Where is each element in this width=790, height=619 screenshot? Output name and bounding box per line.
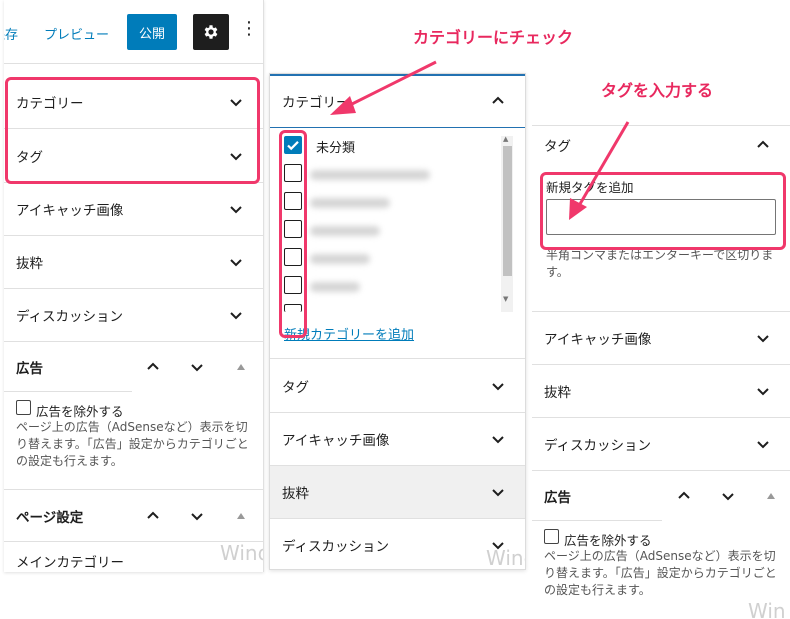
excerpt-panel-toggle[interactable]: 抜粋 [532, 365, 790, 418]
activation-watermark: Wind [486, 546, 525, 570]
chevron-up-icon[interactable] [146, 509, 160, 523]
page-settings-header: ページ設定 [4, 490, 263, 542]
exclude-ad-label: 広告を除外する [564, 533, 652, 548]
discussion-label: ディスカッション [544, 438, 652, 454]
chevron-down-icon [757, 335, 769, 343]
category-name-blurred [310, 226, 380, 236]
chevron-down-icon [492, 436, 504, 444]
ad-header: 広告 [544, 490, 571, 506]
exclude-ad-label: 広告を除外する [36, 404, 124, 419]
editor-toolbar: 保存 プレビュー 公開 ⋮ [4, 0, 263, 64]
chevron-down-icon [492, 489, 504, 497]
chevron-down-icon[interactable] [190, 360, 204, 374]
featured-image-panel-toggle[interactable]: アイキャッチ画像 [270, 413, 525, 466]
annotation-category-check: カテゴリーにチェック [413, 28, 574, 47]
discussion-label: ディスカッション [282, 539, 390, 555]
tag-help-text: 半角コンマまたはエンターキーで区切ります。 [546, 248, 774, 279]
ad-description: ページ上の広告（AdSenseなど）表示を切り替えます。「広告」設定からカテゴリ… [16, 420, 249, 468]
discussion-panel-toggle[interactable]: ディスカッション [4, 289, 263, 342]
focus-indicator [270, 74, 525, 76]
chevron-down-icon [230, 259, 242, 267]
activation-watermark: Wind [220, 541, 263, 565]
chevron-down-icon[interactable] [721, 489, 735, 503]
activation-watermark: Win [748, 599, 786, 619]
featured-image-label: アイキャッチ画像 [16, 203, 124, 219]
uncategorized-label: 未分類 [316, 141, 356, 156]
featured-image-label: アイキャッチ画像 [544, 332, 652, 348]
tag-label: タグ [544, 139, 571, 155]
excerpt-panel-toggle[interactable]: 抜粋 [4, 236, 263, 289]
highlight-checkbox-column [279, 130, 307, 338]
chevron-up-icon [757, 140, 769, 148]
scroll-down-icon[interactable]: ▼ [503, 295, 508, 303]
excerpt-panel-toggle[interactable]: 抜粋 [270, 466, 525, 519]
publish-button[interactable]: 公開 [127, 14, 177, 50]
highlight-tag-input [540, 172, 786, 250]
preview-link[interactable]: プレビュー [44, 24, 109, 43]
more-options-icon[interactable]: ⋮ [240, 20, 258, 38]
page-settings-title: ページ設定 [16, 509, 84, 526]
chevron-down-icon [230, 312, 242, 320]
exclude-ad-checkbox[interactable] [544, 529, 559, 544]
category-panel-toggle[interactable]: カテゴリー [270, 74, 525, 128]
chevron-down-icon [757, 388, 769, 396]
featured-image-panel-toggle[interactable]: アイキャッチ画像 [4, 183, 263, 236]
gear-icon [204, 25, 218, 39]
ad-header: 広告 [16, 361, 43, 377]
scroll-up-icon[interactable]: ▲ [503, 135, 508, 143]
category-name-blurred [310, 198, 390, 208]
featured-image-label: アイキャッチ画像 [282, 433, 390, 449]
settings-button[interactable] [193, 14, 229, 50]
highlight-category-tag-box [5, 77, 260, 184]
collapse-triangle-icon[interactable] [237, 512, 245, 519]
annotation-tag-input: タグを入力する [601, 81, 714, 100]
settings-sidebar-middle: カテゴリー 未分類 ▲ ▼ 新規カテゴリーを追加 タグ アイキャッチ画像 抜粋 … [269, 73, 526, 570]
category-name-blurred [310, 254, 370, 264]
category-label: カテゴリー [282, 94, 350, 111]
excerpt-label: 抜粋 [544, 385, 571, 401]
tag-panel-toggle[interactable]: タグ [532, 125, 790, 165]
chevron-up-icon [492, 96, 504, 104]
divider [4, 391, 132, 392]
ad-metabox-header: 広告 [4, 342, 263, 392]
tag-label: タグ [282, 379, 309, 396]
chevron-up-icon[interactable] [677, 489, 691, 503]
chevron-up-icon[interactable] [146, 360, 160, 374]
ad-description: ページ上の広告（AdSenseなど）表示を切り替えます。「広告」設定からカテゴリ… [544, 549, 777, 597]
divider [532, 520, 662, 521]
discussion-label: ディスカッション [16, 309, 124, 325]
chevron-down-icon[interactable] [190, 509, 204, 523]
collapse-triangle-icon[interactable] [767, 493, 775, 499]
chevron-down-icon [492, 382, 504, 390]
tag-panel-toggle[interactable]: タグ [270, 359, 525, 413]
ad-metabox-header: 広告 [532, 471, 790, 521]
excerpt-label: 抜粋 [16, 256, 43, 272]
discussion-panel-toggle[interactable]: ディスカッション [532, 418, 790, 471]
category-name-blurred [310, 282, 360, 292]
main-category-label: メインカテゴリー [16, 555, 124, 571]
featured-image-panel-toggle[interactable]: アイキャッチ画像 [532, 312, 790, 365]
excerpt-label: 抜粋 [282, 486, 309, 502]
chevron-down-icon [230, 206, 242, 214]
category-name-blurred [310, 170, 430, 180]
save-draft-link[interactable]: 保存 [4, 24, 18, 43]
collapse-triangle-icon[interactable] [237, 364, 245, 370]
scrollbar-thumb[interactable] [503, 146, 512, 276]
chevron-down-icon [757, 441, 769, 449]
exclude-ad-checkbox[interactable] [16, 400, 31, 415]
